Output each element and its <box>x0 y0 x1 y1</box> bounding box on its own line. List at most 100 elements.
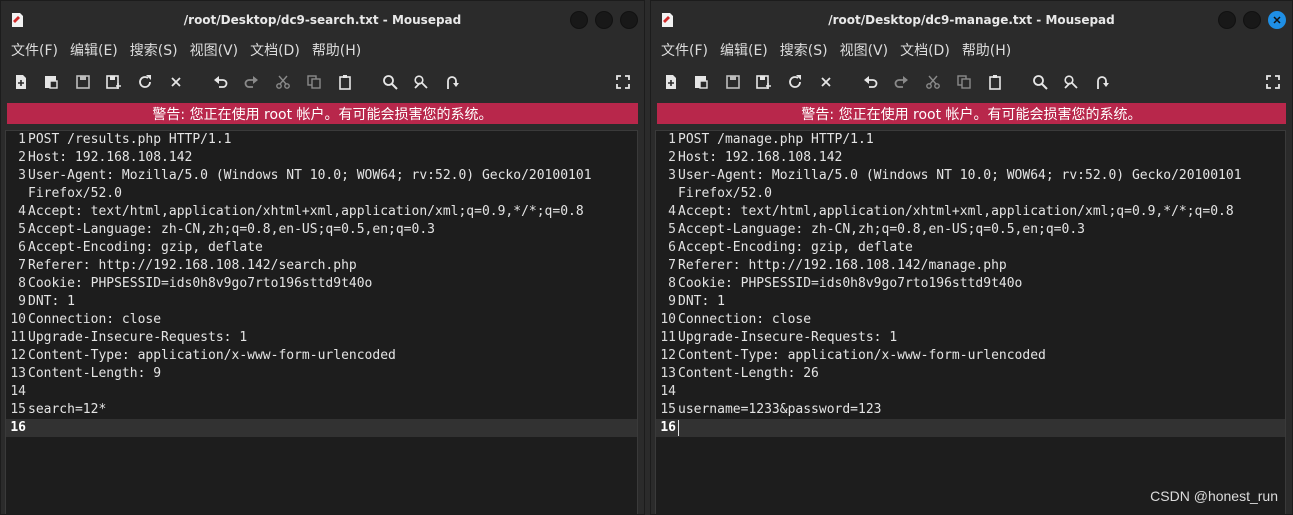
save-icon[interactable] <box>73 72 93 92</box>
editor-line[interactable]: 16 <box>6 419 637 437</box>
editor-line[interactable]: 14 <box>656 383 1285 401</box>
menu-document[interactable]: 文档(D) <box>894 40 956 60</box>
new-window-icon[interactable] <box>691 72 711 92</box>
cut-icon[interactable] <box>923 72 943 92</box>
editor-line[interactable]: 2 Host: 192.168.108.142 <box>656 149 1285 167</box>
undo-icon[interactable] <box>211 72 231 92</box>
editor-line[interactable]: 9 DNT: 1 <box>656 293 1285 311</box>
editor-line[interactable]: 12 Content-Type: application/x-www-form-u… <box>656 347 1285 365</box>
editor-line[interactable]: 3 User-Agent: Mozilla/5.0 (Windows NT 10.… <box>656 167 1285 185</box>
close-tab-icon[interactable] <box>166 72 186 92</box>
line-text: Cookie: PHPSESSID=ids0h8v9go7rto196sttd9… <box>678 276 1023 291</box>
undo-icon[interactable] <box>861 72 881 92</box>
paste-icon[interactable] <box>985 72 1005 92</box>
fullscreen-icon[interactable] <box>1263 72 1283 92</box>
find-icon[interactable] <box>380 72 400 92</box>
find-replace-icon[interactable] <box>1061 72 1081 92</box>
minimize-button[interactable] <box>570 11 588 29</box>
title-bar[interactable]: /root/Desktop/dc9-search.txt - Mousepad <box>1 1 644 39</box>
editor-line[interactable]: 3 User-Agent: Mozilla/5.0 (Windows NT 10.… <box>6 167 637 185</box>
copy-icon[interactable] <box>954 72 974 92</box>
minimize-button[interactable] <box>1218 11 1236 29</box>
copy-icon[interactable] <box>304 72 324 92</box>
line-text: User-Agent: Mozilla/5.0 (Windows NT 10.0… <box>678 168 1242 183</box>
title-bar[interactable]: /root/Desktop/dc9-manage.txt - Mousepad <box>651 1 1292 39</box>
menu-help[interactable]: 帮助(H) <box>306 40 367 60</box>
menu-search[interactable]: 搜索(S) <box>124 40 184 60</box>
editor-line[interactable]: 1 POST /results.php HTTP/1.1 <box>6 131 637 149</box>
menu-search[interactable]: 搜索(S) <box>774 40 834 60</box>
line-text: Firefox/52.0 <box>678 186 772 201</box>
editor-line[interactable]: 4 Accept: text/html,application/xhtml+xml… <box>656 203 1285 221</box>
redo-icon[interactable] <box>241 72 261 92</box>
menu-edit[interactable]: 编辑(E) <box>714 40 774 60</box>
menu-view[interactable]: 视图(V) <box>834 40 895 60</box>
find-icon[interactable] <box>1030 72 1050 92</box>
save-as-icon[interactable] <box>754 72 774 92</box>
line-text: DNT: 1 <box>678 294 725 309</box>
line-number: 3 <box>668 168 676 183</box>
line-number: 2 <box>18 150 26 165</box>
go-to-line-icon[interactable] <box>442 72 462 92</box>
menu-file[interactable]: 文件(F) <box>5 40 64 60</box>
find-replace-icon[interactable] <box>411 72 431 92</box>
line-number: 8 <box>668 276 676 291</box>
text-editor-area[interactable]: 1 POST /results.php HTTP/1.1 2 Host: 192.16… <box>5 130 638 514</box>
editor-line[interactable]: 5 Accept-Language: zh-CN,zh;q=0.8,en-US;q… <box>656 221 1285 239</box>
new-document-icon[interactable] <box>661 72 681 92</box>
line-number: 3 <box>18 168 26 183</box>
text-editor-area[interactable]: 1 POST /manage.php HTTP/1.1 2 Host: 192.168… <box>655 130 1286 514</box>
reload-icon[interactable] <box>135 72 155 92</box>
editor-line[interactable]: 16 <box>656 419 1285 437</box>
editor-line[interactable]: 12 Content-Type: application/x-www-form-u… <box>6 347 637 365</box>
line-number: 4 <box>668 204 676 219</box>
new-window-icon[interactable] <box>41 72 61 92</box>
redo-icon[interactable] <box>891 72 911 92</box>
editor-line[interactable]: 14 <box>6 383 637 401</box>
editor-line[interactable]: 11 Upgrade-Insecure-Requests: 1 <box>656 329 1285 347</box>
editor-line[interactable]: 8 Cookie: PHPSESSID=ids0h8v9go7rto196sttd… <box>6 275 637 293</box>
editor-line[interactable]: 6 Accept-Encoding: gzip, deflate <box>6 239 637 257</box>
save-icon[interactable] <box>723 72 743 92</box>
line-text: Accept-Encoding: gzip, deflate <box>28 240 263 255</box>
maximize-button[interactable] <box>595 11 613 29</box>
maximize-button[interactable] <box>1243 11 1261 29</box>
menu-help[interactable]: 帮助(H) <box>956 40 1017 60</box>
close-button[interactable] <box>1268 11 1286 29</box>
editor-line[interactable]: 15 username=1233&password=123 <box>656 401 1285 419</box>
close-button[interactable] <box>620 11 638 29</box>
editor-line[interactable]: 2 Host: 192.168.108.142 <box>6 149 637 167</box>
editor-line[interactable]: 4 Accept: text/html,application/xhtml+xml… <box>6 203 637 221</box>
editor-line[interactable]: 10 Connection: close <box>656 311 1285 329</box>
editor-line[interactable]: 9 DNT: 1 <box>6 293 637 311</box>
editor-line[interactable]: 13 Content-Length: 9 <box>6 365 637 383</box>
root-warning-banner: 警告: 您正在使用 root 帐户。有可能会损害您的系统。 <box>657 103 1286 124</box>
menu-edit[interactable]: 编辑(E) <box>64 40 124 60</box>
save-as-icon[interactable] <box>104 72 124 92</box>
editor-line[interactable]: 11 Upgrade-Insecure-Requests: 1 <box>6 329 637 347</box>
editor-line[interactable]: 8 Cookie: PHPSESSID=ids0h8v9go7rto196sttd… <box>656 275 1285 293</box>
line-text <box>26 383 28 401</box>
editor-line[interactable]: Firefox/52.0 <box>6 185 637 203</box>
paste-icon[interactable] <box>335 72 355 92</box>
menu-view[interactable]: 视图(V) <box>184 40 245 60</box>
cut-icon[interactable] <box>273 72 293 92</box>
toolbar <box>1 61 644 103</box>
editor-line[interactable]: 15 search=12* <box>6 401 637 419</box>
editor-line[interactable]: 10 Connection: close <box>6 311 637 329</box>
menu-file[interactable]: 文件(F) <box>655 40 714 60</box>
new-document-icon[interactable] <box>11 72 31 92</box>
editor-line[interactable]: 7 Referer: http://192.168.108.142/manage.… <box>656 257 1285 275</box>
menu-document[interactable]: 文档(D) <box>244 40 306 60</box>
editor-line[interactable]: 5 Accept-Language: zh-CN,zh;q=0.8,en-US;q… <box>6 221 637 239</box>
go-to-line-icon[interactable] <box>1092 72 1112 92</box>
editor-line[interactable]: Firefox/52.0 <box>656 185 1285 203</box>
editor-line[interactable]: 1 POST /manage.php HTTP/1.1 <box>656 131 1285 149</box>
editor-line[interactable]: 7 Referer: http://192.168.108.142/search.… <box>6 257 637 275</box>
left-mousepad-window: /root/Desktop/dc9-search.txt - Mousepad … <box>0 0 645 515</box>
editor-line[interactable]: 13 Content-Length: 26 <box>656 365 1285 383</box>
editor-line[interactable]: 6 Accept-Encoding: gzip, deflate <box>656 239 1285 257</box>
reload-icon[interactable] <box>785 72 805 92</box>
close-tab-icon[interactable] <box>816 72 836 92</box>
fullscreen-icon[interactable] <box>613 72 633 92</box>
